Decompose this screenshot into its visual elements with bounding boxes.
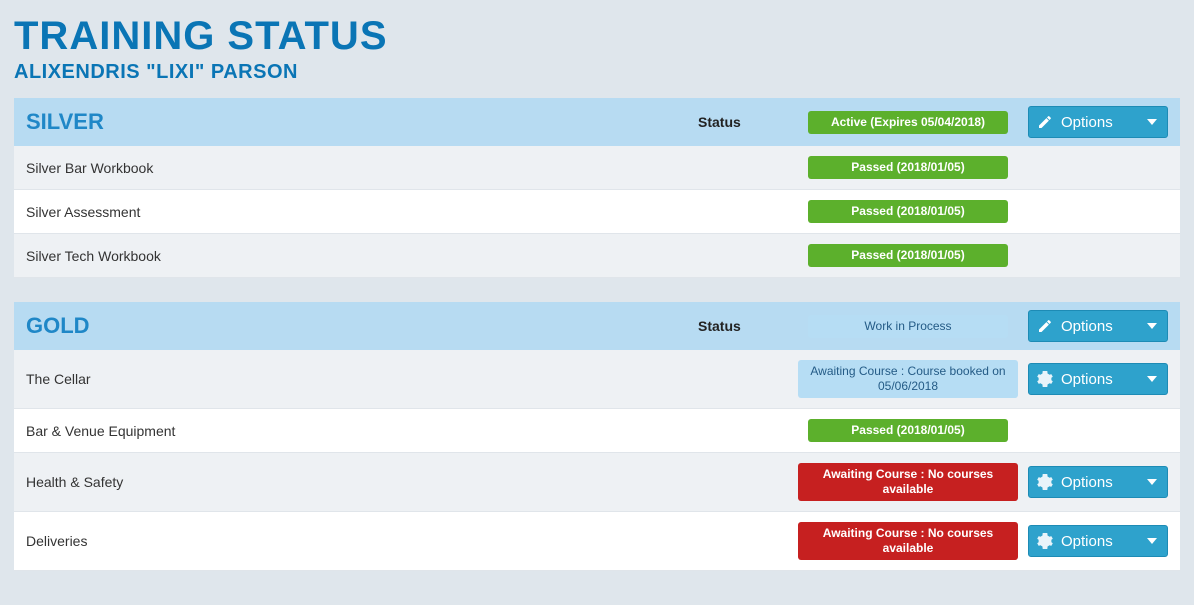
pencil-icon — [1037, 114, 1053, 130]
status-badge: Active (Expires 05/04/2018) — [808, 111, 1008, 134]
section-title: SILVER — [26, 109, 698, 135]
section-header: SILVERStatus Active (Expires 05/04/2018) O… — [14, 98, 1180, 146]
options-label: Options — [1061, 371, 1113, 388]
training-row: Silver Tech Workbook Passed (2018/01/05) — [14, 234, 1180, 278]
gear-icon — [1037, 371, 1053, 387]
training-item-name: The Cellar — [26, 371, 698, 387]
pencil-icon — [1037, 318, 1053, 334]
item-status-badge: Passed (2018/01/05) — [808, 419, 1008, 442]
page-title: TRAINING STATUS — [14, 14, 1180, 59]
status-badge: Work in Process — [808, 315, 1008, 338]
training-item-name: Silver Tech Workbook — [26, 248, 698, 264]
training-row: Silver Assessment Passed (2018/01/05) — [14, 190, 1180, 234]
item-status-badge: Passed (2018/01/05) — [808, 244, 1008, 267]
user-name: ALIXENDRIS "LIXI" PARSON — [14, 61, 1180, 84]
training-item-name: Silver Assessment — [26, 204, 698, 220]
item-status-badge: Passed (2018/01/05) — [808, 156, 1008, 179]
options-button[interactable]: Options — [1028, 106, 1168, 138]
training-row: The Cellar Awaiting Course : Course booke… — [14, 350, 1180, 409]
status-column-label: Status — [698, 318, 798, 334]
options-label: Options — [1061, 318, 1113, 335]
options-button[interactable]: Options — [1028, 466, 1168, 498]
training-item-name: Health & Safety — [26, 474, 698, 490]
item-status-badge: Awaiting Course : Course booked on 05/06… — [798, 360, 1018, 398]
item-status-badge: Awaiting Course : No courses available — [798, 522, 1018, 560]
training-row: Deliveries Awaiting Course : No courses a… — [14, 512, 1180, 571]
gear-icon — [1037, 533, 1053, 549]
chevron-down-icon — [1147, 538, 1157, 544]
training-row: Silver Bar Workbook Passed (2018/01/05) — [14, 146, 1180, 190]
chevron-down-icon — [1147, 479, 1157, 485]
chevron-down-icon — [1147, 119, 1157, 125]
section: SILVERStatus Active (Expires 05/04/2018) O… — [14, 98, 1180, 278]
chevron-down-icon — [1147, 376, 1157, 382]
training-item-name: Bar & Venue Equipment — [26, 423, 698, 439]
options-button[interactable]: Options — [1028, 525, 1168, 557]
section-title: GOLD — [26, 313, 698, 339]
section: GOLDStatusWork in ProcessOptionsThe Cell… — [14, 302, 1180, 571]
training-row: Health & Safety Awaiting Course : No cour… — [14, 453, 1180, 512]
options-label: Options — [1061, 114, 1113, 131]
training-row: Bar & Venue Equipment Passed (2018/01/05) — [14, 409, 1180, 453]
chevron-down-icon — [1147, 323, 1157, 329]
training-item-name: Silver Bar Workbook — [26, 160, 698, 176]
gear-icon — [1037, 474, 1053, 490]
section-header: GOLDStatus Work in Process Options — [14, 302, 1180, 350]
options-button[interactable]: Options — [1028, 363, 1168, 395]
item-status-badge: Awaiting Course : No courses available — [798, 463, 1018, 501]
options-label: Options — [1061, 474, 1113, 491]
training-item-name: Deliveries — [26, 533, 698, 549]
status-column-label: Status — [698, 114, 798, 130]
options-button[interactable]: Options — [1028, 310, 1168, 342]
options-label: Options — [1061, 533, 1113, 550]
item-status-badge: Passed (2018/01/05) — [808, 200, 1008, 223]
